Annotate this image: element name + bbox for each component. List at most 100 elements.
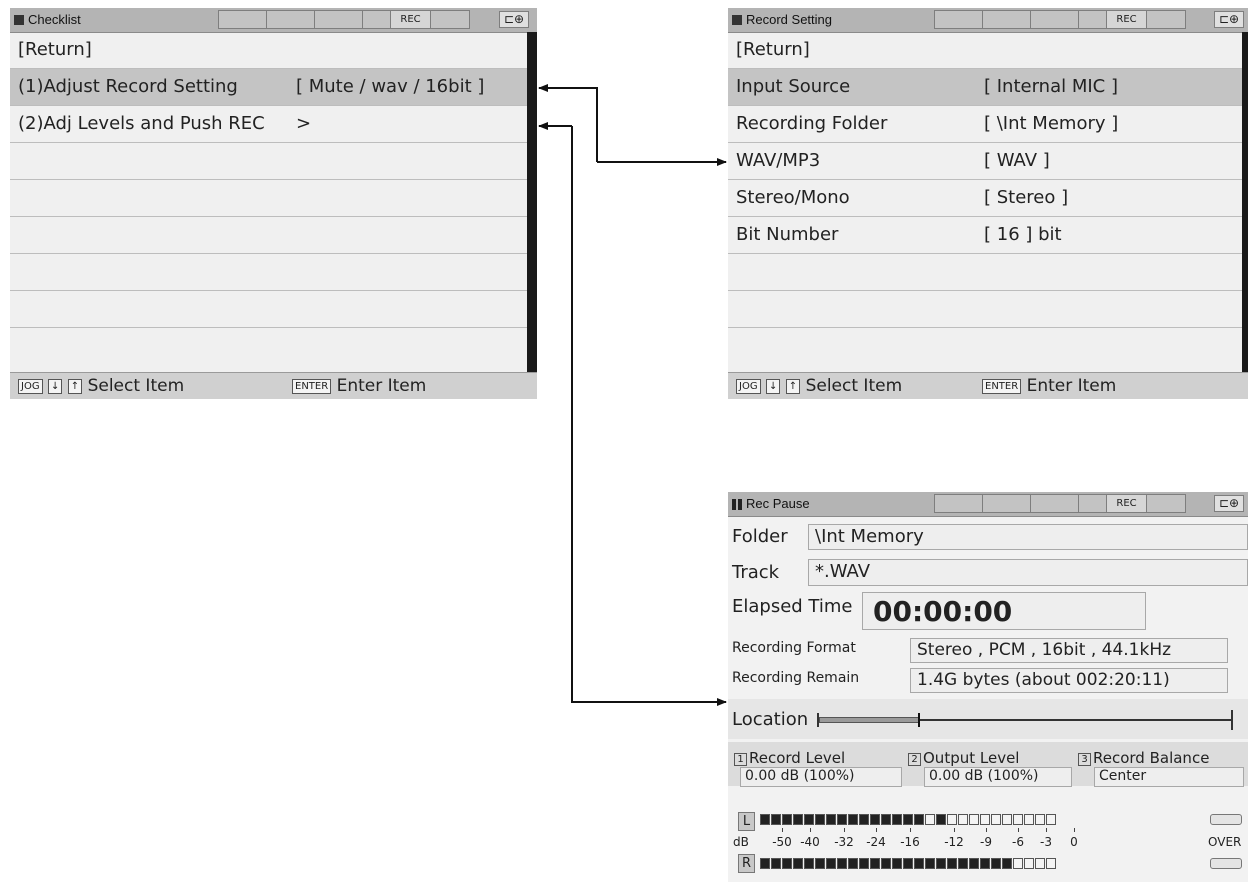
meter-segment [914,814,924,825]
meter-segment [859,814,869,825]
folder-label: Folder [732,526,788,547]
meter-segment [793,858,803,869]
meter-segment [870,858,880,869]
setting-stereo-mono[interactable]: Stereo/Mono [ Stereo ] [728,180,1242,217]
jog-key: JOG [18,378,43,394]
scale-tick-mark [810,828,811,832]
menu-item-return[interactable]: [Return] [728,32,1242,69]
empty-row [10,143,527,180]
record-level-field[interactable]: 0.00 dB (100%) [740,767,902,787]
meter-segment [771,858,781,869]
power-plug-icon: ⊏⊕ [499,11,529,28]
meter-segment [1013,814,1023,825]
right-over-indicator [1210,858,1242,869]
track-field: *.WAV [808,559,1248,586]
meter-segment [936,858,946,869]
recording-remain-field: 1.4G bytes (about 002:20:11) [910,668,1228,693]
meter-segment [980,814,990,825]
enter-item-hint: Enter Item [336,376,427,396]
folder-field: \Int Memory [808,524,1248,550]
arrow-up-icon: ↑ [67,378,83,394]
elapsed-time-label: Elapsed Time [732,596,853,617]
menu-item-adjust-record-setting[interactable]: (1)Adjust Record Setting [ Mute / wav / … [10,69,527,106]
checklist-footer: JOG ↓ ↑ Select Item ENTER Enter Item [10,372,537,399]
record-level-label: 1 Record Level [734,749,845,767]
elapsed-time-field: 00:00:00 [862,592,1146,630]
meter-segment [1035,814,1045,825]
meter-segment [969,814,979,825]
right-channel-label: R [738,854,755,873]
location-row: Location [728,699,1248,739]
meter-segment [826,814,836,825]
scale-tick-mark [1018,828,1019,832]
meter-segment [1046,858,1056,869]
rec-pause-titlebar: Rec Pause REC ⊏⊕ [728,492,1248,517]
menu-item-return[interactable]: [Return] [10,32,527,69]
scrollbar[interactable] [1242,32,1248,372]
meter-segment [760,814,770,825]
power-plug-icon: ⊏⊕ [1214,11,1244,28]
recording-remain-label: Recording Remain [732,670,860,686]
arrow-down-icon: ↓ [47,378,63,394]
select-item-hint: Select Item [87,376,185,396]
meter-segment [947,858,957,869]
meter-segment [936,814,946,825]
levels-panel: 1 Record Level 0.00 dB (100%) 2 Output Lev… [728,742,1248,787]
record-setting-titlebar: Record Setting REC ⊏⊕ [728,8,1248,33]
recording-format-label: Recording Format [732,640,856,656]
record-setting-screen: Record Setting REC ⊏⊕ [Return] Input Sou… [728,8,1248,399]
setting-wav-mp3[interactable]: WAV/MP3 [ WAV ] [728,143,1242,180]
select-item-hint: Select Item [805,376,903,396]
location-slider[interactable] [817,710,1233,730]
meter-segment [1002,858,1012,869]
scale-tick-label: -6 [1012,835,1024,849]
stop-icon [14,15,24,25]
meter-segment [914,858,924,869]
meter-segment [782,814,792,825]
scrollbar[interactable] [527,32,537,372]
meter-segment [925,814,935,825]
meter-segment [892,814,902,825]
scale-tick-mark [876,828,877,832]
setting-input-source[interactable]: Input Source [ Internal MIC ] [728,69,1242,106]
scale-tick-mark [782,828,783,832]
meter-segment [903,814,913,825]
output-level-label: 2 Output Level [908,749,1019,767]
setting-bit-number[interactable]: Bit Number [ 16 ] bit [728,217,1242,254]
scale-tick-label: -24 [866,835,886,849]
over-label: OVER [1208,835,1242,849]
empty-row [728,291,1242,328]
menu-item-adj-levels[interactable]: (2)Adj Levels and Push REC > [10,106,527,143]
output-level-field[interactable]: 0.00 dB (100%) [924,767,1072,787]
record-balance-field[interactable]: Center [1094,767,1244,787]
meter-segment [1013,858,1023,869]
checklist-screen: Checklist REC ⊏⊕ [Return] (1)Adjust Reco… [10,8,537,399]
meter-segment [925,858,935,869]
scale-tick-mark [954,828,955,832]
checklist-title: Checklist [28,12,81,27]
setting-recording-folder[interactable]: Recording Folder [ \Int Memory ] [728,106,1242,143]
empty-row [10,254,527,291]
meter-segment [980,858,990,869]
meter-segment [1035,858,1045,869]
status-cells: REC [218,10,470,29]
recording-format-field: Stereo , PCM , 16bit , 44.1kHz [910,638,1228,663]
meter-segment [837,858,847,869]
arrow-to-adjust-record-setting [538,84,598,162]
enter-key: ENTER [982,378,1022,394]
enter-key: ENTER [292,378,332,394]
scale-tick-label: -9 [980,835,992,849]
meter-segment [881,814,891,825]
scale-tick-label: -40 [800,835,820,849]
status-cells: REC [934,494,1186,513]
meter-segment [1046,814,1056,825]
jog-key: JOG [736,378,761,394]
location-marker[interactable] [918,713,920,727]
meter-segment [1024,814,1034,825]
scale-tick-label: -16 [900,835,920,849]
scale-tick-label: 0 [1070,835,1078,849]
meter-segment [782,858,792,869]
meter-segment [870,814,880,825]
meter-segment [881,858,891,869]
key-1-icon: 1 [734,753,747,766]
